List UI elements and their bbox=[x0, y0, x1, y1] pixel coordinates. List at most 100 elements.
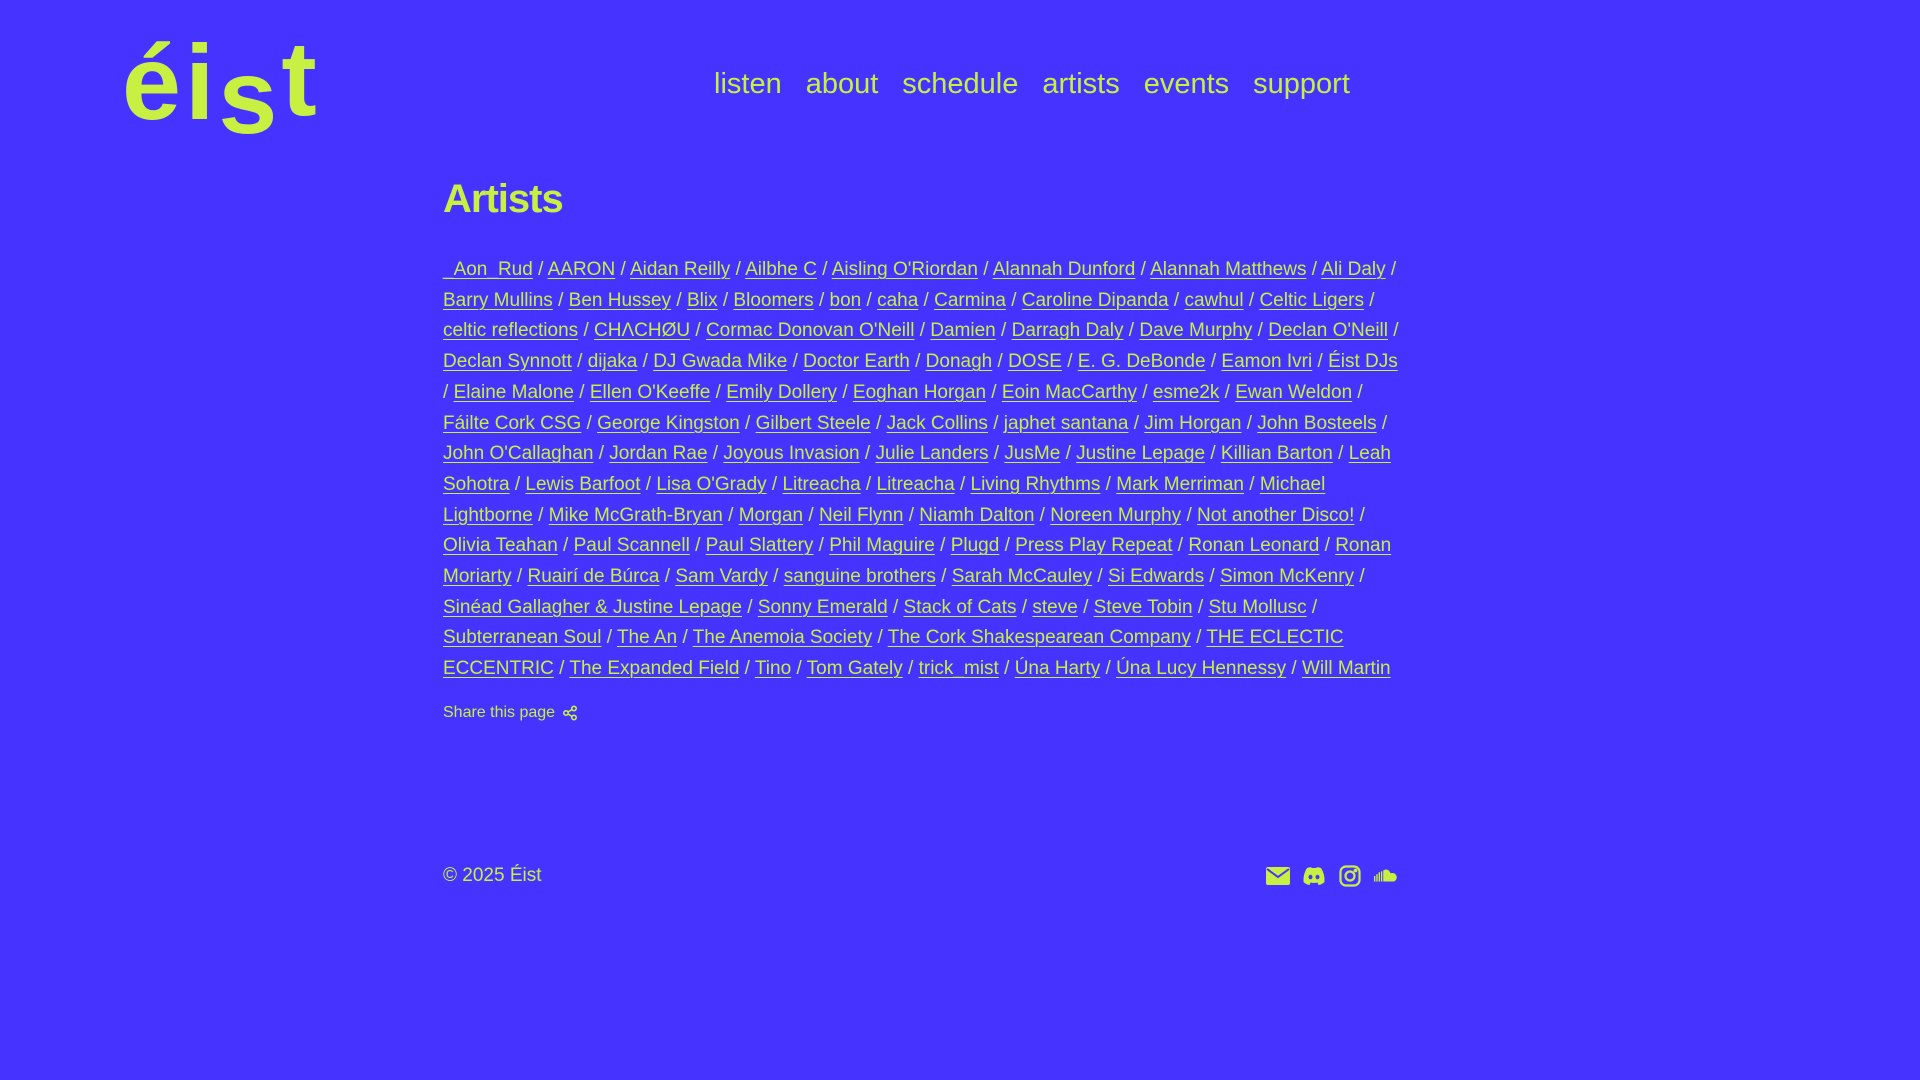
artist-link[interactable]: Blix bbox=[687, 290, 718, 311]
artist-link[interactable]: Eoin MacCarthy bbox=[1002, 382, 1137, 403]
soundcloud-icon[interactable] bbox=[1374, 864, 1398, 888]
nav-listen[interactable]: listen bbox=[714, 70, 782, 99]
artist-link[interactable]: Aidan Reilly bbox=[630, 259, 730, 280]
artist-link[interactable]: Emily Dollery bbox=[726, 382, 837, 403]
artist-link[interactable]: Lewis Barfoot bbox=[525, 474, 640, 495]
artist-link[interactable]: Dave Murphy bbox=[1139, 320, 1252, 341]
artist-link[interactable]: Celtic Ligers bbox=[1259, 290, 1364, 311]
artist-link[interactable]: Aisling O'Riordan bbox=[832, 259, 978, 280]
artist-link[interactable]: Will Martin bbox=[1302, 658, 1391, 679]
artist-link[interactable]: Cormac Donovan O'Neill bbox=[706, 320, 914, 341]
artist-link[interactable]: Simon McKenry bbox=[1220, 566, 1354, 587]
artist-link[interactable]: Plugd bbox=[951, 535, 1000, 556]
artist-link[interactable]: Eamon Ivri bbox=[1221, 351, 1312, 372]
artist-link[interactable]: bon bbox=[830, 290, 862, 311]
artist-link[interactable]: Jim Horgan bbox=[1144, 413, 1241, 434]
artist-link[interactable]: Stack of Cats bbox=[904, 597, 1017, 618]
artist-link[interactable]: Justine Lepage bbox=[1076, 443, 1205, 464]
artist-link[interactable]: Si Edwards bbox=[1108, 566, 1204, 587]
artist-link[interactable]: Killian Barton bbox=[1221, 443, 1333, 464]
artist-link[interactable]: Éist DJs bbox=[1328, 351, 1398, 372]
nav-events[interactable]: events bbox=[1144, 70, 1229, 99]
artist-link[interactable]: japhet santana bbox=[1004, 413, 1129, 434]
artist-link[interactable]: The An bbox=[617, 627, 677, 648]
artist-link[interactable]: Paul Scannell bbox=[574, 535, 690, 556]
artist-link[interactable]: Sonny Emerald bbox=[758, 597, 888, 618]
email-icon[interactable] bbox=[1266, 864, 1290, 888]
artist-link[interactable]: Alannah Dunford bbox=[993, 259, 1136, 280]
artist-link[interactable]: caha bbox=[877, 290, 918, 311]
artist-link[interactable]: John Bosteels bbox=[1257, 413, 1376, 434]
artist-link[interactable]: Alannah Matthews bbox=[1150, 259, 1306, 280]
artist-link[interactable]: E. G. DeBonde bbox=[1078, 351, 1206, 372]
artist-link[interactable]: Mike McGrath-Bryan bbox=[549, 505, 723, 526]
artist-link[interactable]: Ruairí de Búrca bbox=[527, 566, 659, 587]
nav-support[interactable]: support bbox=[1253, 70, 1350, 99]
artist-link[interactable]: steve bbox=[1032, 597, 1077, 618]
artist-link[interactable]: Ronan Leonard bbox=[1188, 535, 1319, 556]
artist-link[interactable]: Jack Collins bbox=[887, 413, 988, 434]
artist-link[interactable]: Olivia Teahan bbox=[443, 535, 558, 556]
artist-link[interactable]: Ewan Weldon bbox=[1235, 382, 1352, 403]
artist-link[interactable]: Julie Landers bbox=[875, 443, 988, 464]
artist-link[interactable]: Donagh bbox=[926, 351, 993, 372]
artist-link[interactable]: Phil Maguire bbox=[829, 535, 935, 556]
nav-schedule[interactable]: schedule bbox=[902, 70, 1018, 99]
discord-icon[interactable] bbox=[1302, 864, 1326, 888]
artist-link[interactable]: Darragh Daly bbox=[1012, 320, 1124, 341]
artist-link[interactable]: JusMe bbox=[1004, 443, 1060, 464]
artist-link[interactable]: esme2k bbox=[1153, 382, 1220, 403]
artist-link[interactable]: CHΛCHØU bbox=[594, 320, 690, 341]
artist-link[interactable]: John O'Callaghan bbox=[443, 443, 593, 464]
artist-link[interactable]: Elaine Malone bbox=[454, 382, 574, 403]
artist-link[interactable]: Declan Synnott bbox=[443, 351, 572, 372]
artist-link[interactable]: Sam Vardy bbox=[675, 566, 768, 587]
artist-link[interactable]: Sarah McCauley bbox=[952, 566, 1092, 587]
artist-link[interactable]: Stu Mollusc bbox=[1208, 597, 1306, 618]
artist-link[interactable]: Úna Lucy Hennessy bbox=[1116, 658, 1286, 679]
artist-link[interactable]: Ben Hussey bbox=[569, 290, 671, 311]
artist-link[interactable]: DJ Gwada Mike bbox=[653, 351, 787, 372]
artist-link[interactable]: Ellen O'Keeffe bbox=[590, 382, 711, 403]
artist-link[interactable]: Úna Harty bbox=[1015, 658, 1101, 679]
artist-link[interactable]: Paul Slattery bbox=[706, 535, 814, 556]
artist-link[interactable]: dijaka bbox=[588, 351, 638, 372]
artist-link[interactable]: Press Play Repeat bbox=[1015, 535, 1172, 556]
artist-link[interactable]: Tino bbox=[755, 658, 791, 679]
artist-link[interactable]: Barry Mullins bbox=[443, 290, 553, 311]
artist-link[interactable]: Noreen Murphy bbox=[1050, 505, 1181, 526]
site-logo[interactable]: éist bbox=[122, 26, 321, 150]
artist-link[interactable]: celtic reflections bbox=[443, 320, 578, 341]
artist-link[interactable]: sanguine brothers bbox=[784, 566, 936, 587]
artist-link[interactable]: Sinéad Gallagher & Justine Lepage bbox=[443, 597, 742, 618]
artist-link[interactable]: Subterranean Soul bbox=[443, 627, 601, 648]
artist-link[interactable]: _Aon_Rud bbox=[443, 259, 533, 280]
artist-link[interactable]: Tom Gately bbox=[807, 658, 903, 679]
artist-link[interactable]: Niamh Dalton bbox=[919, 505, 1034, 526]
artist-link[interactable]: The Anemoia Society bbox=[693, 627, 873, 648]
artist-link[interactable]: Lisa O'Grady bbox=[656, 474, 766, 495]
artist-link[interactable]: DOSE bbox=[1008, 351, 1062, 372]
artist-link[interactable]: Ailbhe C bbox=[745, 259, 817, 280]
artist-link[interactable]: Steve Tobin bbox=[1094, 597, 1193, 618]
artist-link[interactable]: Fáilte Cork CSG bbox=[443, 413, 581, 434]
artist-link[interactable]: Doctor Earth bbox=[803, 351, 910, 372]
artist-link[interactable]: The Expanded Field bbox=[569, 658, 739, 679]
artist-link[interactable]: Damien bbox=[930, 320, 995, 341]
artist-link[interactable]: trick_mist bbox=[919, 658, 999, 679]
artist-link[interactable]: Morgan bbox=[739, 505, 803, 526]
artist-link[interactable]: Declan O'Neill bbox=[1268, 320, 1388, 341]
share-button[interactable]: Share this page bbox=[443, 704, 578, 722]
artist-link[interactable]: Eoghan Horgan bbox=[853, 382, 986, 403]
artist-link[interactable]: Not another Disco! bbox=[1197, 505, 1354, 526]
instagram-icon[interactable] bbox=[1338, 864, 1362, 888]
artist-link[interactable]: Mark Merriman bbox=[1116, 474, 1244, 495]
artist-link[interactable]: Neil Flynn bbox=[819, 505, 903, 526]
artist-link[interactable]: cawhul bbox=[1184, 290, 1243, 311]
artist-link[interactable]: Litreacha bbox=[782, 474, 860, 495]
artist-link[interactable]: Jordan Rae bbox=[609, 443, 707, 464]
artist-link[interactable]: Carmina bbox=[934, 290, 1006, 311]
artist-link[interactable]: Ali Daly bbox=[1321, 259, 1385, 280]
artist-link[interactable]: Joyous Invasion bbox=[723, 443, 859, 464]
artist-link[interactable]: The Cork Shakespearean Company bbox=[888, 627, 1191, 648]
